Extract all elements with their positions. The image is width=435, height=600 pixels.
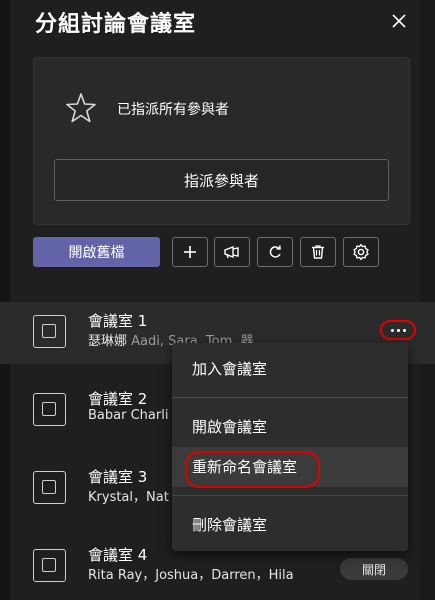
menu-item-delete-room[interactable]: 刪除會議室 [172,514,408,540]
star-icon [66,93,96,123]
room-participants: Krystal，Nat [88,490,169,505]
room-participants: Rita Ray，Joshua，Darren，Hila [88,568,294,583]
menu-item-open-room[interactable]: 開啟會議室 [172,416,408,442]
room-context-menu: 加入會議室 開啟會議室 重新命名會議室 刪除會議室 [172,343,408,551]
announce-button[interactable] [214,237,250,267]
rename-highlight-ring [185,451,320,488]
room-name: 會議室 3 [88,468,148,486]
room-name: 會議室 4 [88,546,148,564]
recreate-button[interactable] [257,237,293,267]
menu-divider [172,495,408,496]
add-room-button[interactable] [172,237,208,267]
reopen-button[interactable]: 開啟舊檔 [33,237,160,267]
add-icon [184,246,196,258]
more-options-button[interactable] [380,320,416,340]
room-name: 會議室 2 [88,390,148,408]
assign-card: 已指派所有參與者 指派參與者 [33,57,410,225]
delete-icon [312,245,324,259]
settings-button[interactable] [343,237,379,267]
close-room-button[interactable]: 關閉 [340,558,408,580]
panel-title: 分組討論會議室 [35,12,197,37]
room-icon [33,549,66,582]
settings-icon [353,243,369,261]
room-participants: Babar Charli [88,408,169,423]
announce-icon [224,245,239,259]
room-icon [33,471,66,504]
room-icon [33,315,66,348]
room-name: 會議室 1 [88,312,148,330]
more-icon [390,328,394,332]
assigned-message: 已指派所有參與者 [117,102,229,118]
assign-participants-button[interactable]: 指派參與者 [54,159,389,201]
delete-rooms-button[interactable] [300,237,336,267]
menu-item-join-room[interactable]: 加入會議室 [172,358,408,384]
menu-divider [172,397,408,398]
close-icon[interactable] [388,10,410,32]
recreate-icon [269,245,281,258]
room-icon [33,393,66,426]
